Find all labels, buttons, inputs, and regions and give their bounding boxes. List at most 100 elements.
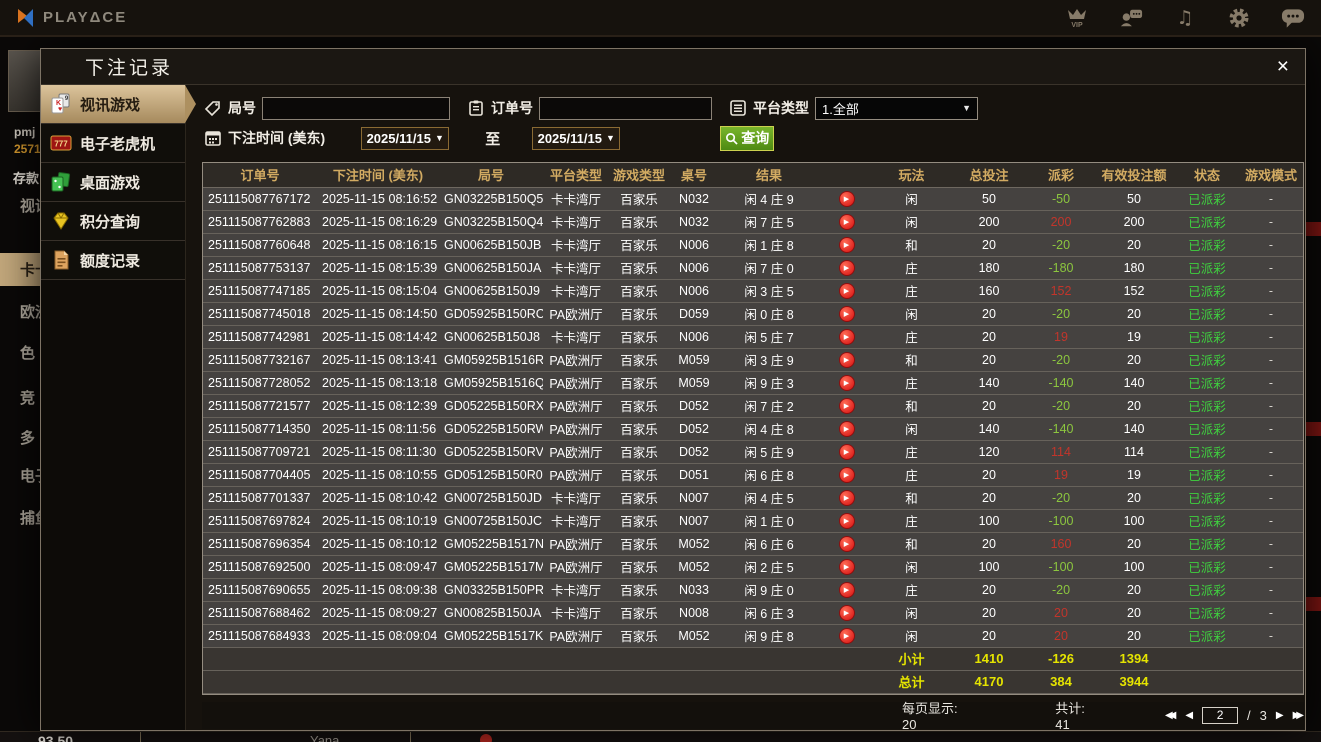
play-video-button[interactable]: ▶ (838, 581, 855, 598)
cell-bet-time: 2025-11-15 08:15:04 (317, 279, 439, 303)
next-page-button[interactable]: ▶ (1276, 710, 1284, 721)
cell-payout: 152 (1029, 279, 1093, 303)
cell-status: 已派彩 (1175, 555, 1239, 579)
col-payout: 派彩 (1029, 163, 1093, 188)
play-video-button[interactable]: ▶ (838, 466, 855, 483)
cell-bet-time: 2025-11-15 08:09:47 (317, 555, 439, 579)
cell-order-id: 251115087760648 (203, 233, 317, 257)
cell-bet-type: 和 (874, 394, 949, 418)
sidebar-item-label: 额度记录 (80, 252, 141, 270)
sidebar-item-live-games[interactable]: 9 K ♥ 视讯游戏 (41, 85, 185, 124)
play-video-button[interactable]: ▶ (838, 535, 855, 552)
music-icon[interactable]: ♫ (1173, 6, 1197, 30)
cell-play: ▶ (819, 348, 874, 372)
cell-table-no: N008 (669, 601, 719, 625)
search-button[interactable]: 查询 (720, 125, 775, 151)
customer-service-icon[interactable] (1119, 6, 1143, 30)
cell-order-id: 251115087742981 (203, 325, 317, 349)
vip-icon[interactable]: VIP (1065, 6, 1089, 30)
settings-gear-icon[interactable] (1227, 6, 1251, 30)
table-row: 251115087697824 2025-11-15 08:10:19 GN0072… (203, 509, 1303, 533)
play-video-button[interactable]: ▶ (838, 305, 855, 322)
cell-bet-type: 庄 (874, 463, 949, 487)
cell-status: 已派彩 (1175, 578, 1239, 602)
cell-bet-time: 2025-11-15 08:11:30 (317, 440, 439, 464)
cell-play: ▶ (819, 509, 874, 533)
cell-order-id: 251115087753137 (203, 256, 317, 280)
cell-payout: -140 (1029, 417, 1093, 441)
play-video-button[interactable]: ▶ (838, 558, 855, 575)
cell-total-bet: 20 (949, 532, 1029, 556)
play-video-button[interactable]: ▶ (838, 259, 855, 276)
table-row: 251115087684933 2025-11-15 08:09:04 GM0522… (203, 624, 1303, 648)
play-video-button[interactable]: ▶ (838, 213, 855, 230)
play-video-button[interactable]: ▶ (838, 374, 855, 391)
cell-valid-bet: 19 (1093, 463, 1175, 487)
chat-icon[interactable] (1281, 6, 1305, 30)
cell-game-type: 百家乐 (609, 348, 669, 372)
cell-play: ▶ (819, 371, 874, 395)
play-video-button[interactable]: ▶ (838, 627, 855, 644)
page-number-input[interactable]: 2 (1202, 706, 1239, 724)
col-round-id: 局号 (439, 163, 543, 188)
background-username: pmj (14, 125, 36, 139)
cell-result: 闲 4 庄 9 (719, 187, 819, 211)
first-page-button[interactable]: ◀◀ (1165, 710, 1177, 721)
cell-status: 已派彩 (1175, 371, 1239, 395)
play-video-button[interactable]: ▶ (838, 443, 855, 460)
sidebar-item-table-games[interactable]: 桌面游戏 (41, 163, 185, 202)
cell-total-bet: 100 (949, 555, 1029, 579)
cell-mode: - (1239, 256, 1303, 280)
sidebar-item-points[interactable]: 积分查询 (41, 202, 185, 241)
chevron-down-icon: ▼ (434, 133, 444, 143)
play-video-button[interactable]: ▶ (838, 420, 855, 437)
cell-mode: - (1239, 279, 1303, 303)
play-video-button[interactable]: ▶ (838, 397, 855, 414)
sidebar-item-slots[interactable]: 777 电子老虎机 (41, 124, 185, 163)
total-row: 总计 4170 384 3944 (203, 670, 1303, 694)
cell-table-no: M052 (669, 555, 719, 579)
play-video-button[interactable]: ▶ (838, 512, 855, 529)
cell-round-id: GN00725B150JC (439, 509, 543, 533)
cell-result: 闲 1 庄 8 (719, 233, 819, 257)
close-icon[interactable]: × (1277, 56, 1289, 77)
play-video-button[interactable]: ▶ (838, 351, 855, 368)
cell-round-id: GN00625B150JB (439, 233, 543, 257)
cell-result: 闲 3 庄 5 (719, 279, 819, 303)
cell-platform: 卡卡湾厅 (543, 325, 609, 349)
total-count-label: 共计: 41 (1055, 701, 1085, 732)
play-video-button[interactable]: ▶ (838, 282, 855, 299)
order-number-input[interactable] (539, 96, 712, 120)
cards-icon: 9 K ♥ (51, 93, 70, 114)
cell-valid-bet: 20 (1093, 601, 1175, 625)
play-video-button[interactable]: ▶ (838, 236, 855, 253)
date-from-select[interactable]: 2025/11/15 ▼ (361, 126, 450, 150)
cell-game-type: 百家乐 (609, 256, 669, 280)
cell-platform: PA欧洲厅 (543, 371, 609, 395)
platform-type-select[interactable]: 1.全部 ▼ (815, 96, 978, 120)
to-label: 至 (485, 130, 501, 148)
sidebar-item-quota-records[interactable]: 额度记录 (41, 241, 185, 280)
points-diamond-icon (53, 212, 69, 230)
cell-table-no: D052 (669, 394, 719, 418)
round-number-input[interactable] (262, 96, 450, 120)
play-video-button[interactable]: ▶ (838, 604, 855, 621)
col-bet-time: 下注时间 (美东) (317, 163, 439, 188)
cell-valid-bet: 20 (1093, 302, 1175, 326)
cell-round-id: GN00725B150JD (439, 486, 543, 510)
cell-status: 已派彩 (1175, 279, 1239, 303)
cell-mode: - (1239, 394, 1303, 418)
prev-page-button[interactable]: ◀ (1185, 710, 1193, 721)
cell-round-id: GD05225B150RX (439, 394, 543, 418)
last-page-button[interactable]: ▶▶ (1293, 710, 1305, 721)
play-video-button[interactable]: ▶ (838, 489, 855, 506)
date-to-select[interactable]: 2025/11/15 ▼ (532, 126, 621, 150)
cell-game-type: 百家乐 (609, 601, 669, 625)
cell-game-type: 百家乐 (609, 187, 669, 211)
cell-platform: 卡卡湾厅 (543, 486, 609, 510)
cell-valid-bet: 20 (1093, 394, 1175, 418)
play-video-button[interactable]: ▶ (838, 190, 855, 207)
play-video-button[interactable]: ▶ (838, 328, 855, 345)
calendar-icon (205, 131, 221, 146)
cell-result: 闲 0 庄 8 (719, 302, 819, 326)
